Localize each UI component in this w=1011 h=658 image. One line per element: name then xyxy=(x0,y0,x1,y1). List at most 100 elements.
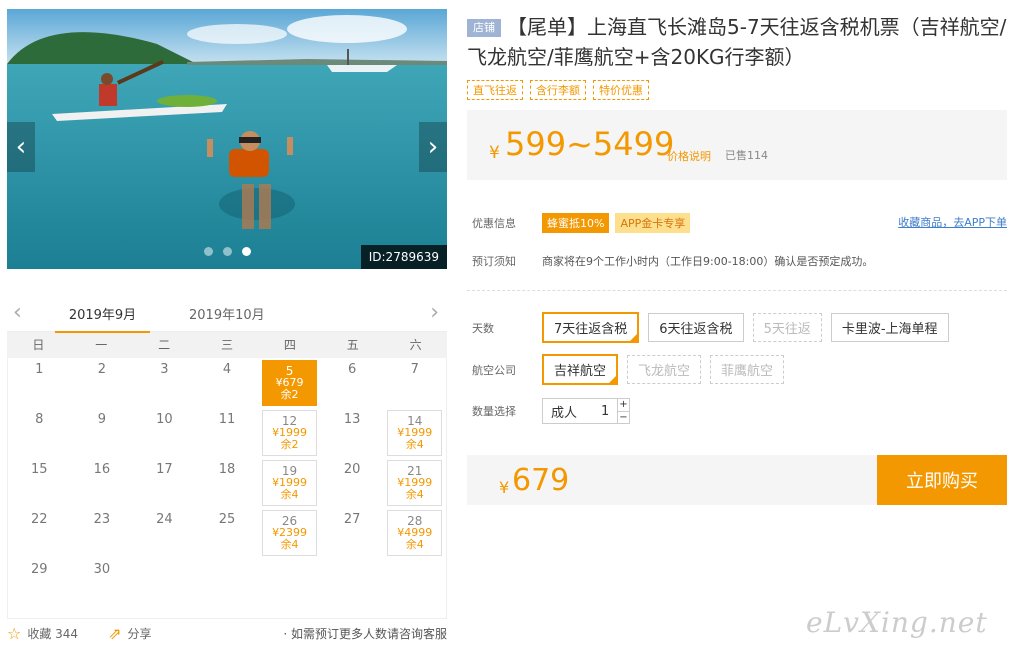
favorite-button[interactable]: 收藏 344 xyxy=(27,625,78,642)
calendar-prev-icon[interactable]: ‹ xyxy=(13,300,22,325)
gallery-dot[interactable] xyxy=(223,247,232,256)
calendar-day[interactable]: 28 ¥4999 余4 xyxy=(383,508,446,558)
calendar-day-inner: 30 xyxy=(73,560,132,606)
day-number: 24 xyxy=(156,512,173,527)
calendar-day: 10 xyxy=(133,408,196,458)
favorite-app-link[interactable]: 收藏商品，去APP下单 xyxy=(898,214,1007,230)
days-option[interactable]: 7天往返含税 xyxy=(542,312,640,343)
calendar-day: 6 xyxy=(321,358,384,408)
booking-text: 商家将在9个工作小时内（工作日9:00-18:00）确认是否预定成功。 xyxy=(542,255,874,268)
calendar-day[interactable]: 26 ¥2399 余4 xyxy=(258,508,321,558)
calendar-day-inner: 17 xyxy=(135,460,194,506)
weekday-label: 一 xyxy=(95,338,108,352)
calendar-day: 4 xyxy=(196,358,259,408)
shop-badge[interactable]: 店铺 xyxy=(467,19,501,37)
calendar-next-icon[interactable]: › xyxy=(430,300,439,325)
calendar-day: 13 xyxy=(321,408,384,458)
calendar-grid: 1 2 3 4 5 ¥679 余2 6 7 8 9 10 11 12 ¥1999 余2 13 14 ¥1999 余4 1… xyxy=(7,358,447,619)
bee-discount-badge: 蜂蜜抵10% xyxy=(542,213,610,233)
day-number: 8 xyxy=(35,412,44,427)
days-option[interactable]: 6天往返含税 xyxy=(648,313,744,342)
day-number: 3 xyxy=(160,362,169,377)
day-remaining: 余4 xyxy=(280,538,299,551)
footer-note: · 如需预订更多人数请咨询客服 xyxy=(283,626,447,641)
calendar-day-inner: 29 xyxy=(10,560,69,606)
weekday-label: 六 xyxy=(409,338,422,352)
calendar-day: 9 xyxy=(71,408,134,458)
calendar-day: 15 xyxy=(8,458,71,508)
tab-month-sep[interactable]: 2019年9月 xyxy=(55,304,150,333)
calendar-day[interactable]: 5 ¥679 余2 xyxy=(258,358,321,408)
quantity-step-buttons[interactable]: + − xyxy=(617,399,629,423)
day-number: 7 xyxy=(410,362,419,377)
weekday-label: 二 xyxy=(158,338,171,352)
share-icon[interactable]: ⇗ xyxy=(108,624,121,643)
star-icon[interactable]: ☆ xyxy=(7,624,21,643)
day-number: 6 xyxy=(347,362,357,377)
calendar-day[interactable]: 14 ¥1999 余4 xyxy=(383,408,446,458)
calendar-day: 11 xyxy=(196,408,259,458)
calendar-day-inner: 10 xyxy=(135,410,194,456)
calendar-day-inner: 24 xyxy=(135,510,194,556)
tab-month-oct[interactable]: 2019年10月 xyxy=(189,304,265,331)
airline-option: 飞龙航空 xyxy=(627,355,702,384)
calendar-day[interactable]: 12 ¥1999 余2 xyxy=(258,408,321,458)
quantity-label: 数量选择 xyxy=(472,405,516,418)
gallery-prev-button[interactable]: ‹ xyxy=(7,122,35,172)
currency-symbol: ¥ xyxy=(489,143,500,163)
calendar-day-inner: 5 ¥679 余2 xyxy=(262,360,317,406)
calendar-day-inner: 28 ¥4999 余4 xyxy=(387,510,442,556)
calendar-day: 8 xyxy=(8,408,71,458)
calendar-day-inner: 4 xyxy=(198,360,257,406)
sold-count: 已售114 xyxy=(725,149,768,162)
minus-icon[interactable]: − xyxy=(618,412,629,424)
divider xyxy=(467,290,1007,291)
product-title-text: 【尾单】上海直飞长滩岛5-7天往返含税机票（吉祥航空/飞龙航空/菲鹰航空+含20… xyxy=(467,15,1007,69)
days-option: 5天往返 xyxy=(752,313,822,342)
day-remaining: 余4 xyxy=(280,488,299,501)
beach-photo xyxy=(7,9,447,269)
gallery-next-button[interactable]: › xyxy=(419,122,447,172)
product-tags: 直飞往返 含行李额 特价优惠 xyxy=(467,80,649,100)
product-image-gallery[interactable]: ‹ › ID:2789639 xyxy=(7,9,447,269)
calendar-day[interactable]: 19 ¥1999 余4 xyxy=(258,458,321,508)
days-option[interactable]: 卡里波-上海单程 xyxy=(830,313,949,342)
calendar-day-inner: 9 xyxy=(73,410,132,456)
calendar-day-inner: 18 xyxy=(198,460,257,506)
calendar-day-inner: 23 xyxy=(73,510,132,556)
day-remaining: 余4 xyxy=(405,438,424,451)
day-number: 29 xyxy=(31,562,48,577)
quantity-stepper[interactable]: 成人 1 + − xyxy=(542,398,630,424)
day-number: 20 xyxy=(343,462,361,477)
gallery-dot[interactable] xyxy=(204,247,213,256)
buy-bar: ¥ 679 立即购买 xyxy=(467,455,1007,505)
calendar-day-inner: 16 xyxy=(73,460,132,506)
day-number: 2 xyxy=(97,362,106,377)
airline-option[interactable]: 吉祥航空 xyxy=(542,354,619,385)
gallery-dots xyxy=(204,247,251,256)
day-number: 1 xyxy=(35,362,44,377)
price-note-link[interactable]: 价格说明 xyxy=(667,148,711,164)
calendar-day: 7 xyxy=(383,358,446,408)
gallery-dot-active[interactable] xyxy=(242,247,251,256)
calendar-day: 22 xyxy=(8,508,71,558)
calendar-day[interactable]: 21 ¥1999 余4 xyxy=(383,458,446,508)
price-calendar: ‹ 2019年9月 2019年10月 › 日 一 二 三 四 五 六 12345… xyxy=(7,296,447,619)
plus-icon[interactable]: + xyxy=(618,399,629,412)
day-number: 18 xyxy=(218,462,236,477)
day-number: 4 xyxy=(222,362,232,377)
calendar-day-inner: 26 ¥2399 余4 xyxy=(262,510,317,556)
quantity-type: 成人 xyxy=(551,405,578,421)
calendar-day: 30 xyxy=(71,558,134,608)
weekday-row: 日 一 二 三 四 五 六 xyxy=(7,332,447,358)
quantity-value[interactable]: 1 xyxy=(601,404,617,419)
day-number: 13 xyxy=(343,412,361,427)
app-gold-badge: APP金卡专享 xyxy=(615,213,691,233)
calendar-day-inner: 22 xyxy=(10,510,69,556)
day-number: 22 xyxy=(31,512,48,527)
image-id-tag: ID:2789639 xyxy=(360,245,447,269)
buy-now-button[interactable]: 立即购买 xyxy=(877,455,1007,505)
calendar-day: 20 xyxy=(321,458,384,508)
share-button[interactable]: 分享 xyxy=(127,625,151,642)
calendar-day: 27 xyxy=(321,508,384,558)
